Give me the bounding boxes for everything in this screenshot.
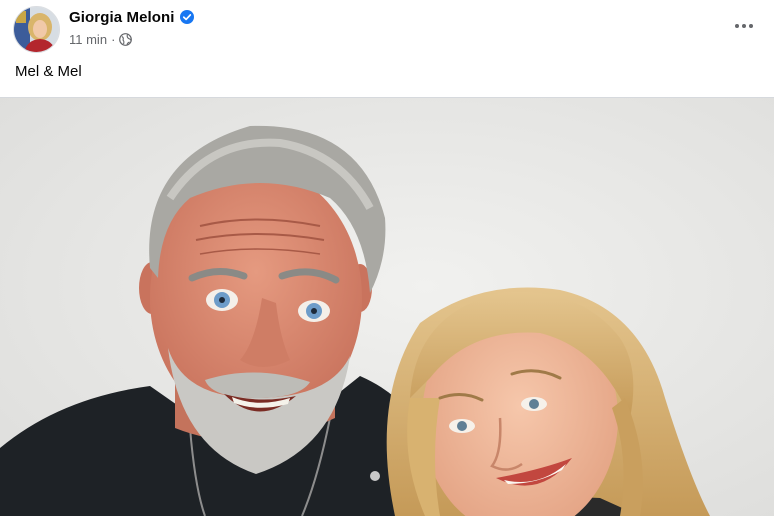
- more-dot-icon: [742, 24, 746, 28]
- globe-icon[interactable]: [119, 32, 133, 46]
- avatar-image: [14, 7, 59, 52]
- author-name[interactable]: Giorgia Meloni: [69, 9, 175, 26]
- post-caption: Mel & Mel: [15, 63, 82, 80]
- meta-separator: ·: [111, 31, 116, 47]
- facebook-post: Giorgia Meloni 11 min · Mel & Mel: [0, 0, 774, 516]
- selfie-illustration: [0, 98, 774, 516]
- post-photo[interactable]: [0, 98, 774, 516]
- more-options-button[interactable]: [728, 12, 760, 40]
- author-avatar[interactable]: [13, 6, 60, 53]
- more-dot-icon: [735, 24, 739, 28]
- verified-badge-icon: [179, 10, 194, 24]
- post-timestamp[interactable]: 11 min: [69, 32, 107, 47]
- more-dot-icon: [749, 24, 753, 28]
- post-meta: 11 min ·: [69, 31, 133, 47]
- post-header: Giorgia Meloni 11 min ·: [0, 0, 774, 58]
- author-row: Giorgia Meloni: [69, 8, 194, 26]
